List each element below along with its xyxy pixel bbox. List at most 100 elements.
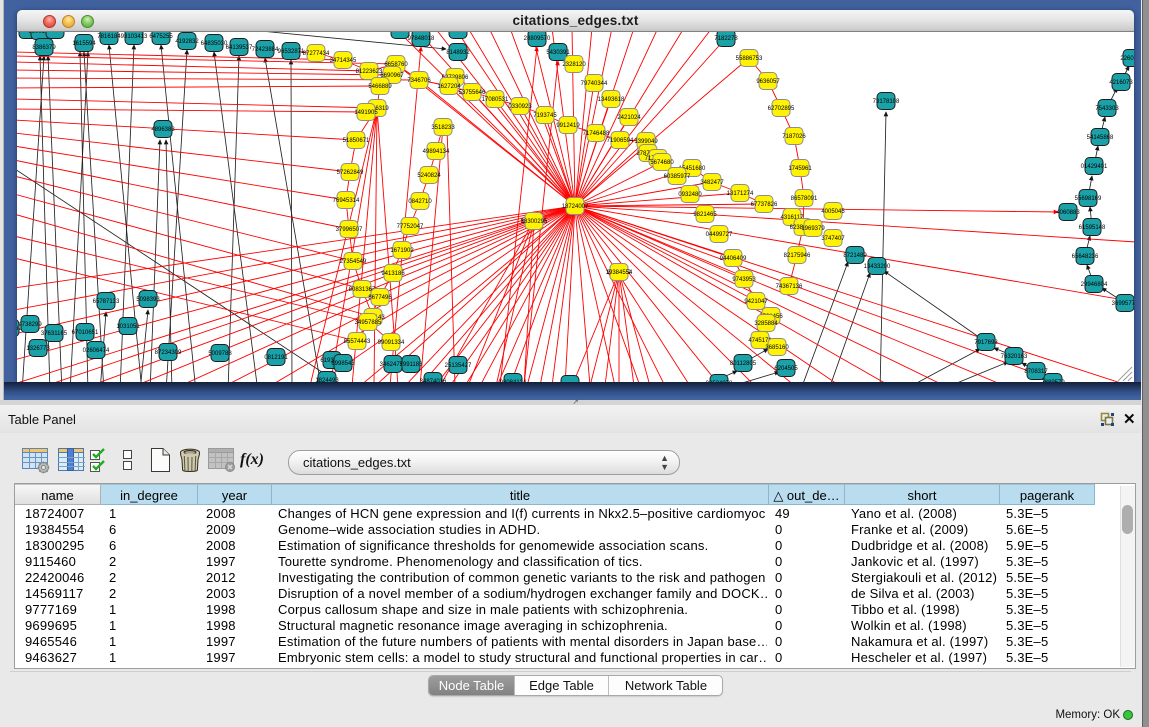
svg-text:27354549: 27354549 — [340, 259, 367, 265]
svg-text:7991183: 7991183 — [400, 362, 424, 368]
svg-text:8148932: 8148932 — [446, 50, 470, 56]
svg-text:1969379: 1969379 — [801, 226, 825, 232]
svg-text:51850671: 51850671 — [343, 138, 370, 144]
svg-text:6998543: 6998543 — [331, 361, 355, 367]
svg-text:54145868: 54145868 — [1087, 135, 1114, 141]
svg-text:18300295: 18300295 — [521, 219, 548, 225]
svg-text:93103413: 93103413 — [121, 34, 148, 40]
svg-text:4192832: 4192832 — [175, 39, 199, 45]
svg-text:36995777: 36995777 — [1112, 301, 1134, 307]
svg-text:34714345: 34714345 — [330, 58, 357, 64]
svg-text:7187026: 7187026 — [782, 134, 806, 140]
svg-text:67010651: 67010651 — [72, 330, 99, 336]
svg-text:4738299: 4738299 — [18, 322, 42, 328]
svg-text:1615594: 1615594 — [72, 41, 96, 47]
svg-text:9636057: 9636057 — [756, 79, 780, 85]
svg-text:96532871: 96532871 — [278, 49, 305, 55]
svg-text:18724007: 18724007 — [562, 204, 589, 210]
svg-text:76320163: 76320163 — [1001, 354, 1028, 360]
svg-text:6475255: 6475255 — [149, 34, 173, 40]
svg-text:73178108: 73178108 — [873, 99, 900, 105]
svg-text:9821465: 9821465 — [693, 212, 717, 218]
svg-text:81223623: 81223623 — [356, 69, 383, 75]
svg-text:0932480: 0932480 — [678, 192, 702, 198]
svg-text:62702895: 62702895 — [768, 106, 795, 112]
svg-text:1031051: 1031051 — [116, 324, 140, 330]
svg-text:5240824: 5240824 — [417, 173, 441, 179]
svg-text:13433200: 13433200 — [864, 264, 891, 270]
svg-text:1745961: 1745961 — [788, 166, 812, 172]
svg-text:4005045: 4005045 — [821, 209, 845, 215]
svg-text:2260256: 2260256 — [1120, 56, 1134, 62]
svg-text:8386379: 8386379 — [32, 45, 56, 51]
svg-text:5009788: 5009788 — [208, 351, 232, 357]
svg-text:8708317: 8708317 — [1024, 369, 1048, 375]
svg-text:77752047: 77752047 — [397, 224, 424, 230]
svg-text:9912419: 9912419 — [556, 123, 580, 129]
svg-text:71746488: 71746488 — [583, 131, 610, 137]
svg-text:65787133: 65787133 — [93, 299, 120, 305]
svg-text:17080531: 17080531 — [482, 97, 509, 103]
svg-text:1671902: 1671902 — [390, 248, 414, 254]
svg-text:19384554: 19384554 — [606, 270, 633, 276]
svg-text:1326773: 1326773 — [26, 346, 50, 352]
svg-text:76945314: 76945314 — [333, 198, 360, 204]
svg-text:80112805: 80112805 — [730, 361, 757, 367]
svg-text:25135427: 25135427 — [445, 363, 472, 369]
svg-text:1226916: 1226916 — [388, 32, 412, 34]
svg-text:04499727: 04499727 — [706, 232, 733, 238]
svg-text:13171274: 13171274 — [727, 191, 754, 197]
svg-text:87277434: 87277434 — [303, 51, 330, 57]
svg-text:3518233: 3518233 — [431, 125, 455, 131]
svg-text:72423884: 72423884 — [252, 47, 279, 53]
svg-text:3685160: 3685160 — [765, 345, 789, 351]
svg-text:0842710: 0842710 — [408, 199, 432, 205]
svg-text:4216073: 4216073 — [1109, 80, 1133, 86]
svg-text:1491905: 1491905 — [354, 110, 378, 116]
svg-text:5674680: 5674680 — [650, 160, 674, 166]
svg-text:55698169: 55698169 — [1075, 196, 1102, 202]
svg-text:7917693: 7917693 — [974, 340, 998, 346]
svg-text:29946804: 29946804 — [1081, 282, 1108, 288]
svg-text:02654235: 02654235 — [42, 32, 69, 34]
svg-text:7193745: 7193745 — [533, 113, 557, 119]
svg-text:8677496: 8677496 — [368, 295, 392, 301]
svg-text:74367136: 74367136 — [776, 284, 803, 290]
svg-text:2328120: 2328120 — [562, 62, 586, 68]
svg-text:5466889: 5466889 — [368, 84, 392, 90]
svg-text:60385977: 60385977 — [664, 174, 691, 180]
svg-text:3482477: 3482477 — [700, 180, 724, 186]
svg-text:67737826: 67737826 — [751, 202, 778, 208]
svg-text:99091334: 99091334 — [378, 340, 405, 346]
svg-text:55886753: 55886753 — [736, 56, 763, 62]
svg-text:79740344: 79740344 — [581, 81, 608, 87]
svg-text:61595148: 61595148 — [1079, 225, 1106, 231]
svg-text:5430391: 5430391 — [546, 50, 570, 56]
svg-text:7543303: 7543303 — [1095, 106, 1119, 112]
svg-text:64139537: 64139537 — [226, 45, 253, 51]
svg-text:37996507: 37996507 — [336, 227, 363, 233]
svg-text:49894134: 49894134 — [423, 149, 450, 155]
svg-text:87234309: 87234309 — [155, 350, 182, 356]
svg-text:37631165: 37631165 — [41, 331, 68, 337]
svg-text:53755646: 53755646 — [459, 90, 486, 96]
svg-text:3747407: 3747407 — [821, 236, 845, 242]
svg-text:65648236: 65648236 — [1072, 254, 1099, 260]
svg-text:0812191: 0812191 — [264, 355, 288, 361]
svg-text:7346706: 7346706 — [407, 78, 431, 84]
svg-text:64835030: 64835030 — [201, 41, 228, 47]
svg-text:51462704: 51462704 — [445, 32, 472, 34]
svg-text:71906594: 71906594 — [607, 138, 634, 144]
svg-text:86578091: 86578091 — [791, 196, 818, 202]
svg-text:7182278: 7182278 — [714, 36, 738, 42]
svg-text:82175946: 82175946 — [784, 253, 811, 259]
svg-text:3387262: 3387262 — [17, 326, 22, 332]
svg-text:8721489: 8721489 — [843, 253, 867, 259]
svg-text:9421047: 9421047 — [744, 299, 768, 305]
svg-text:7816184: 7816184 — [97, 34, 121, 40]
svg-text:4060883: 4060883 — [1056, 210, 1080, 216]
svg-text:5098393: 5098393 — [136, 297, 160, 303]
svg-text:01429401: 01429401 — [1081, 164, 1108, 170]
svg-text:13493618: 13493618 — [598, 97, 625, 103]
svg-text:34957885: 34957885 — [355, 320, 382, 326]
